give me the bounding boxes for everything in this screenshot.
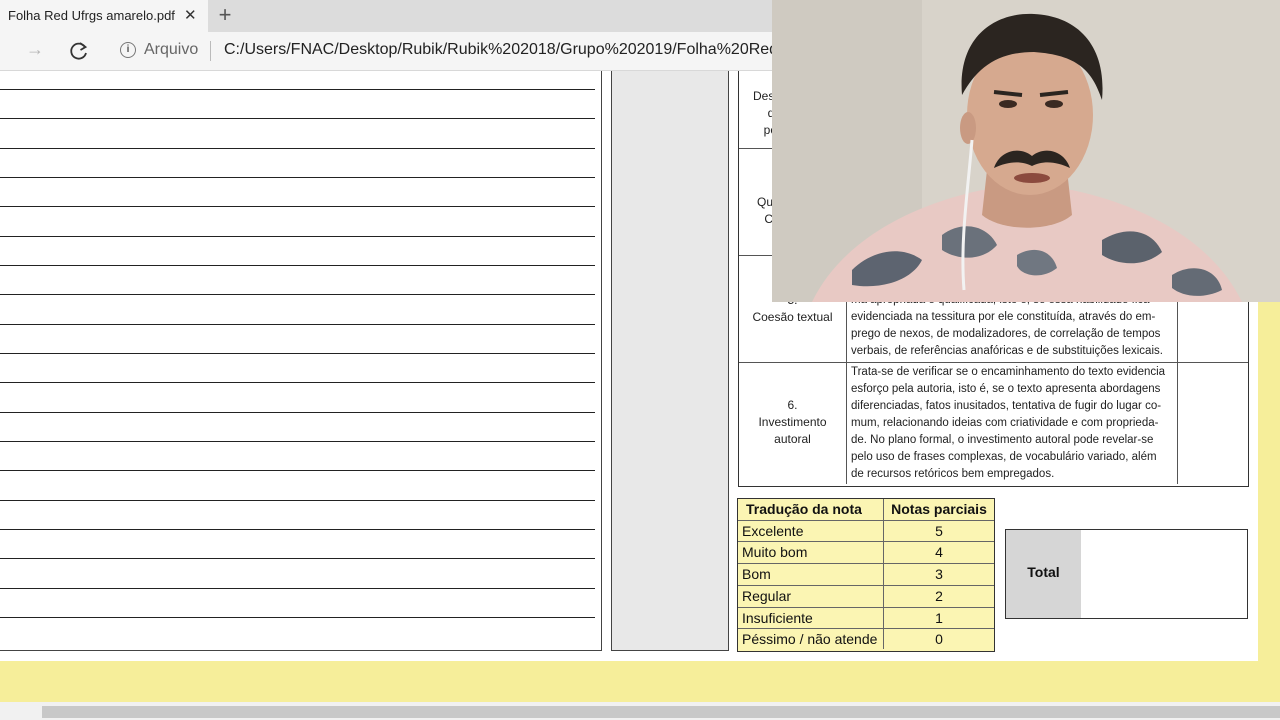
gray-margin-column	[611, 71, 729, 651]
grade-label: Excelente	[742, 523, 804, 539]
total-box: Total	[1005, 529, 1248, 619]
writing-line	[0, 89, 595, 90]
criterion-label: 6. Investimento autoral	[758, 398, 827, 446]
webcam-overlay	[772, 0, 1280, 302]
writing-line	[0, 324, 595, 325]
grade-label: Muito bom	[742, 544, 808, 560]
row-divider	[739, 362, 1248, 363]
total-label-cell: Total	[1006, 530, 1081, 618]
writing-line	[0, 441, 595, 442]
grade-value: 5	[935, 523, 943, 539]
writing-line	[0, 118, 595, 119]
grade-header-label: Tradução da nota	[746, 501, 862, 517]
writing-line	[0, 294, 595, 295]
writing-line	[0, 500, 595, 501]
writing-line	[0, 412, 595, 413]
writing-line	[0, 206, 595, 207]
reload-icon[interactable]	[68, 40, 90, 62]
total-label: Total	[1027, 564, 1060, 580]
grade-value: 0	[935, 631, 943, 647]
grade-row: Bom 3	[738, 563, 994, 585]
url-separator	[210, 41, 211, 61]
url-field[interactable]: C:/Users/FNAC/Desktop/Rubik/Rubik%202018…	[224, 41, 792, 59]
grade-row: Regular 2	[738, 585, 994, 607]
tab-title: Folha Red Ufrgs amarelo.pdf	[8, 8, 175, 23]
webcam-person-image	[772, 0, 1280, 302]
grade-label: Insuficiente	[742, 610, 813, 626]
site-label: Arquivo	[144, 41, 199, 58]
grade-row: Excelente 5	[738, 520, 994, 542]
tab-pdf[interactable]: Folha Red Ufrgs amarelo.pdf ✕	[0, 0, 208, 32]
grade-table: Tradução da nota Notas parciais Excelent…	[737, 498, 995, 652]
writing-line	[0, 588, 595, 589]
new-tab-button[interactable]: +	[214, 2, 236, 28]
criterion-description: Trata-se de verificar se o encaminhament…	[851, 366, 1166, 480]
close-tab-icon[interactable]: ✕	[184, 6, 197, 24]
writing-line	[0, 382, 595, 383]
grade-row: Péssimo / não atende 0	[738, 628, 994, 650]
grade-label: Péssimo / não atende	[742, 631, 878, 647]
info-icon[interactable]: i	[120, 42, 136, 58]
criterion-label-partial: Qu C	[756, 195, 773, 226]
horizontal-scrollbar[interactable]	[0, 702, 1280, 720]
writing-line	[0, 617, 595, 618]
grade-value: 3	[935, 566, 943, 582]
grade-value: 2	[935, 588, 943, 604]
grade-label: Bom	[742, 566, 771, 582]
writing-line	[0, 236, 595, 237]
writing-line	[0, 529, 595, 530]
grade-header-value: Notas parciais	[891, 501, 987, 517]
grade-value: 1	[935, 610, 943, 626]
writing-line	[0, 353, 595, 354]
grade-row: Muito bom 4	[738, 541, 994, 563]
grade-label: Regular	[742, 588, 792, 604]
criterion-description: ma apropriada e qualificada, isto é, se …	[851, 294, 1163, 357]
writing-line	[0, 148, 595, 149]
writing-area	[0, 71, 602, 651]
grade-value: 4	[935, 544, 943, 560]
writing-line	[0, 177, 595, 178]
writing-line	[0, 265, 595, 266]
writing-line	[0, 558, 595, 559]
scrollbar-thumb[interactable]	[42, 706, 1280, 718]
writing-line	[0, 470, 595, 471]
grade-row: Insuficiente 1	[738, 607, 994, 629]
forward-arrow-icon[interactable]: →	[26, 39, 44, 60]
